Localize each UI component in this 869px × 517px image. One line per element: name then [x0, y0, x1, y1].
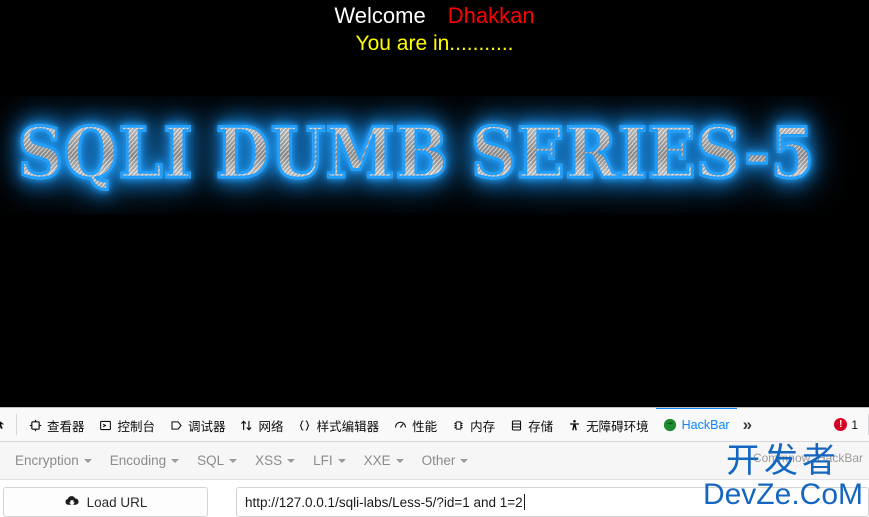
- tab-debugger[interactable]: 调试器: [162, 408, 233, 441]
- menu-encryption[interactable]: Encryption: [6, 449, 101, 472]
- error-badge[interactable]: ! 1: [826, 408, 866, 441]
- menu-sql-label: SQL: [197, 453, 225, 468]
- tab-style-editor-label: 样式编辑器: [316, 419, 380, 434]
- tab-inspector[interactable]: 查看器: [21, 408, 92, 441]
- tab-storage-label: 存储: [528, 419, 554, 434]
- menu-other-label: Other: [421, 453, 456, 468]
- chevron-down-icon: [229, 459, 238, 463]
- text-caret: [523, 494, 525, 510]
- tab-debugger-label: 调试器: [188, 419, 226, 434]
- tab-accessibility[interactable]: 无障碍环境: [560, 408, 656, 441]
- cloud-download-icon: [64, 494, 80, 511]
- menu-xxe[interactable]: XXE: [355, 449, 413, 472]
- menu-lfi[interactable]: LFI: [304, 449, 355, 472]
- menu-lfi-label: LFI: [313, 453, 333, 468]
- load-url-button[interactable]: Load URL: [3, 487, 208, 517]
- console-icon: [99, 418, 113, 432]
- chevron-down-icon: [171, 459, 180, 463]
- hackbar-url-row: Load URL http://127.0.0.1/sqli-labs/Less…: [0, 480, 869, 517]
- menu-encryption-label: Encryption: [15, 453, 79, 468]
- tab-hackbar-label: HackBar: [681, 418, 730, 432]
- element-picker-icon[interactable]: [0, 408, 12, 441]
- style-editor-icon: [298, 418, 312, 432]
- tab-network-label: 网络: [258, 419, 284, 434]
- performance-icon: [393, 418, 407, 432]
- tab-memory[interactable]: 内存: [444, 408, 502, 441]
- sqli-banner: SQLI DUMB SERIES-5: [0, 96, 869, 214]
- menu-sql[interactable]: SQL: [188, 449, 246, 472]
- toolbar-divider: [16, 414, 17, 435]
- sqli-banner-text: SQLI DUMB SERIES-5: [17, 104, 815, 203]
- devtools-toolbar: 查看器 控制台 调试器 网络 样式编辑器 性能 内存 存储 无障碍环境 Hack…: [0, 408, 869, 442]
- tab-network[interactable]: 网络: [233, 408, 291, 441]
- menu-xxe-label: XXE: [363, 453, 391, 468]
- hackbar-icon: [663, 418, 677, 432]
- menu-xss-label: XSS: [255, 453, 283, 468]
- inspector-icon: [28, 418, 42, 432]
- welcome-label: Welcome: [334, 3, 426, 28]
- chevron-down-icon: [460, 459, 469, 463]
- debugger-icon: [169, 418, 183, 432]
- error-badge-icon: !: [834, 418, 848, 431]
- tab-performance[interactable]: 性能: [386, 408, 444, 441]
- url-input[interactable]: http://127.0.0.1/sqli-labs/Less-5/?id=1 …: [236, 487, 869, 517]
- menu-encoding[interactable]: Encoding: [101, 449, 188, 472]
- tab-performance-label: 性能: [412, 419, 438, 434]
- tab-inspector-label: 查看器: [47, 419, 85, 434]
- accessibility-icon: [567, 418, 581, 432]
- chevron-double-right-icon[interactable]: »: [737, 408, 756, 441]
- url-input-value: http://127.0.0.1/sqli-labs/Less-5/?id=1 …: [245, 494, 523, 510]
- tab-hackbar[interactable]: HackBar: [655, 408, 737, 441]
- storage-icon: [509, 418, 523, 432]
- load-url-label: Load URL: [86, 494, 148, 510]
- tab-console-label: 控制台: [117, 419, 156, 434]
- memory-icon: [451, 418, 465, 432]
- devtools-panel: 查看器 控制台 调试器 网络 样式编辑器 性能 内存 存储 无障碍环境 Hack…: [0, 407, 869, 517]
- network-icon: [240, 418, 254, 432]
- tab-style-editor[interactable]: 样式编辑器: [291, 408, 387, 441]
- hackbar-hint-text: Commnow: HackBar: [752, 451, 863, 465]
- welcome-username: Dhakkan: [447, 3, 535, 28]
- hackbar-menubar: Encryption Encoding SQL XSS LFI XXE Othe…: [0, 442, 869, 480]
- menu-encoding-label: Encoding: [109, 453, 167, 468]
- error-count: 1: [851, 417, 858, 432]
- tab-console[interactable]: 控制台: [92, 408, 163, 441]
- welcome-heading: Welcome Dhakkan: [0, 0, 869, 30]
- tab-accessibility-label: 无障碍环境: [586, 419, 649, 434]
- chevron-down-icon: [83, 459, 92, 463]
- tab-storage[interactable]: 存储: [502, 408, 560, 441]
- chevron-down-icon: [337, 459, 346, 463]
- status-line: You are in...........: [355, 32, 514, 55]
- tab-memory-label: 内存: [470, 419, 496, 434]
- chevron-down-icon: [287, 459, 296, 463]
- menu-other[interactable]: Other: [413, 449, 478, 472]
- chevron-down-icon: [395, 459, 404, 463]
- menu-xss[interactable]: XSS: [246, 449, 304, 472]
- browser-page-content: Welcome Dhakkan You are in........... SQL…: [0, 0, 869, 407]
